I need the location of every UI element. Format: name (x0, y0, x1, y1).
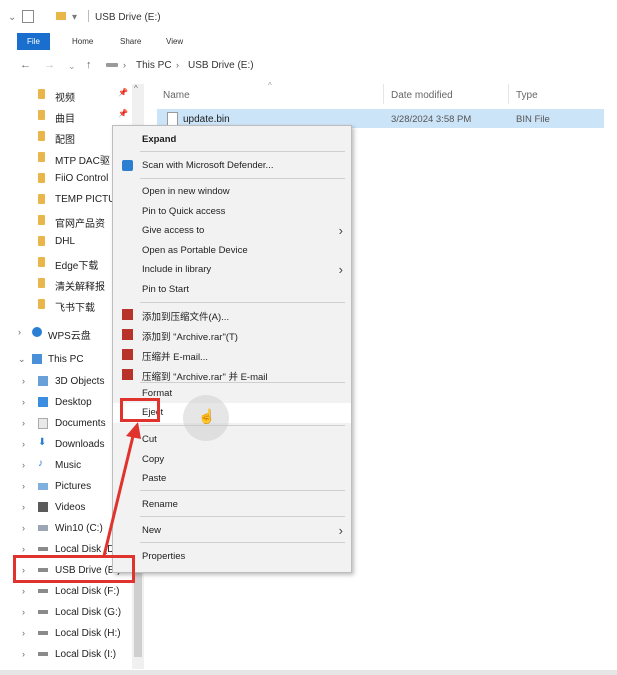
status-strip (0, 670, 617, 675)
annotation-arrow-icon (102, 422, 141, 557)
